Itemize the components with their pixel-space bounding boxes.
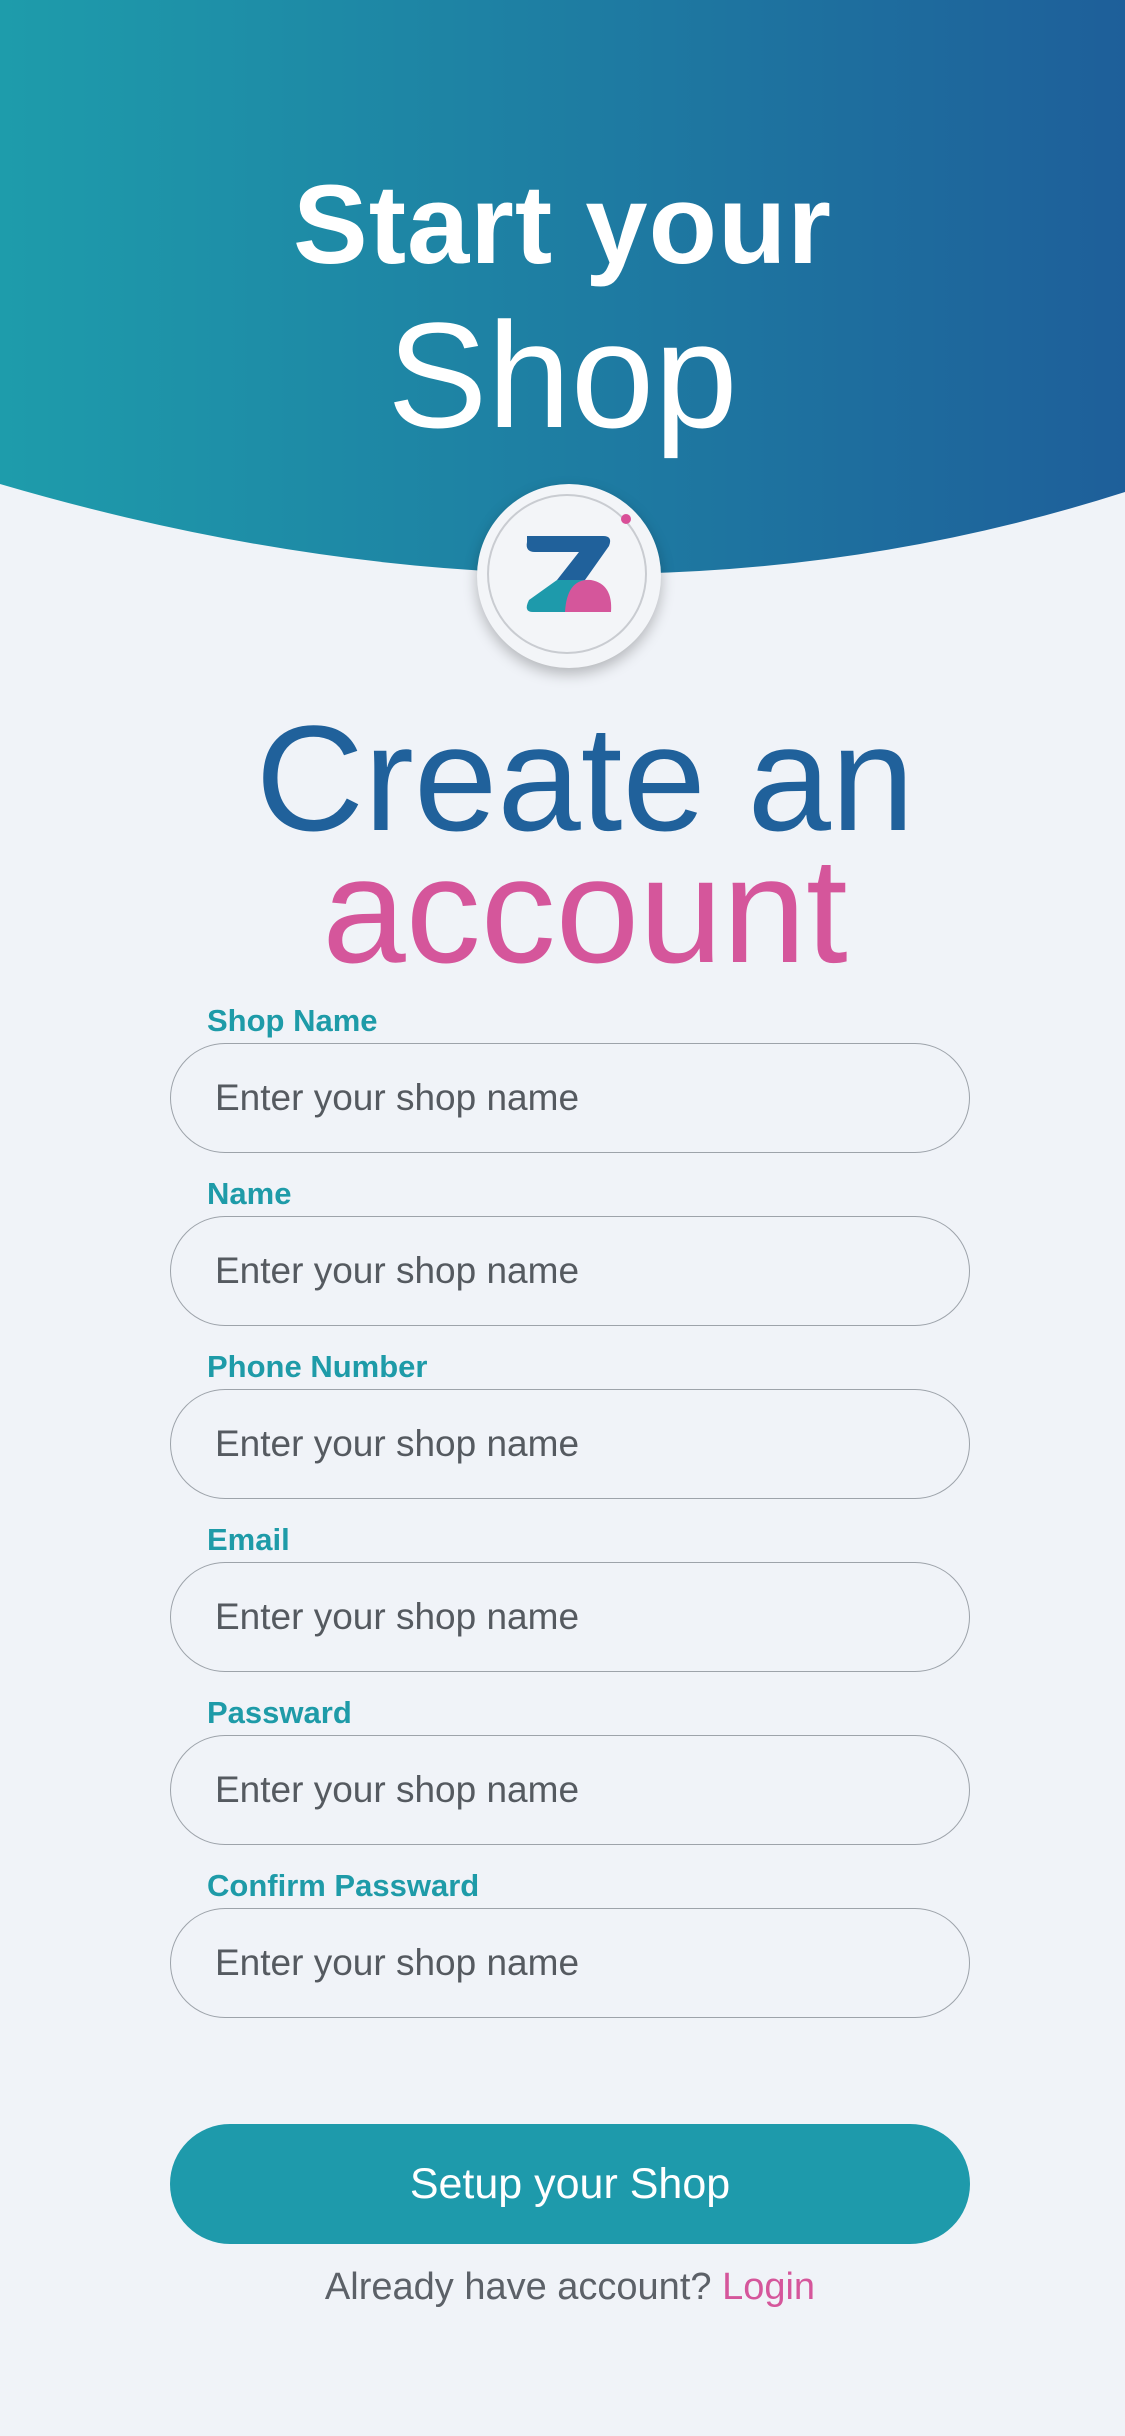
login-link[interactable]: Login [722,2266,815,2308]
confirm-password-label: Confirm Passward [207,1868,480,1903]
shop-name-label: Shop Name [207,1003,378,1038]
logo-dot [621,514,631,524]
email-input[interactable] [170,1562,970,1672]
password-input[interactable] [170,1735,970,1845]
phone-number-input[interactable] [170,1389,970,1499]
shop-name-input[interactable] [170,1043,970,1153]
email-label: Email [207,1522,290,1557]
name-input[interactable] [170,1216,970,1326]
setup-shop-button[interactable]: Setup your Shop [170,2124,970,2244]
confirm-password-input[interactable] [170,1908,970,2018]
phone-number-label: Phone Number [207,1349,428,1384]
app-logo [477,484,661,668]
name-label: Name [207,1176,292,1211]
header-title-line2: Shop [387,291,738,459]
z-logo-icon [526,536,612,612]
password-label: Passward [207,1695,352,1730]
header-title-line1: Start your [293,162,832,287]
heading-account: account [322,826,848,994]
login-prompt: Already have account? Login [0,2262,1125,2312]
already-have-account-text: Already have account? [324,2266,712,2308]
